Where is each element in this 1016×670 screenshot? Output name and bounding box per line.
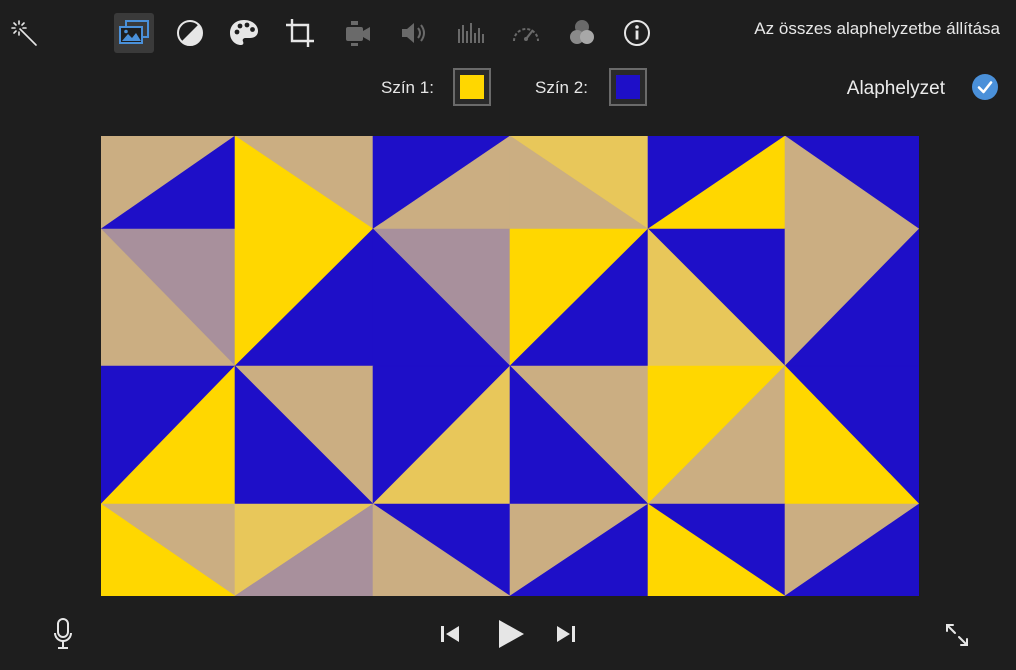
clip-filter-icon[interactable] <box>562 13 602 53</box>
image-background-icon[interactable] <box>114 13 154 53</box>
next-icon[interactable] <box>552 620 580 648</box>
color1-swatch[interactable] <box>453 68 491 106</box>
previous-icon[interactable] <box>436 620 464 648</box>
volume-icon[interactable] <box>394 13 434 53</box>
color2-swatch[interactable] <box>609 68 647 106</box>
checkmark-icon <box>972 74 998 100</box>
microphone-icon[interactable] <box>50 616 76 652</box>
default-label: Alaphelyzet <box>846 78 945 99</box>
info-icon[interactable] <box>617 13 657 53</box>
video-preview[interactable] <box>101 136 919 596</box>
inspector-toolbar: Az összes alaphelyzetbe állítása <box>0 0 1016 66</box>
palette-icon[interactable] <box>224 13 264 53</box>
color1-swatch-fill <box>460 75 484 99</box>
magic-wand-icon[interactable] <box>4 13 44 53</box>
apply-checkmark-button[interactable] <box>971 73 999 101</box>
video-stabilization-icon[interactable] <box>338 13 378 53</box>
color1-label: Szín 1: <box>381 78 434 97</box>
color2-swatch-fill <box>616 75 640 99</box>
playback-controls <box>0 606 1016 670</box>
color2-label: Szín 2: <box>535 78 588 97</box>
equalizer-icon[interactable] <box>450 13 490 53</box>
background-pattern <box>101 136 919 596</box>
play-icon[interactable] <box>490 614 530 654</box>
crop-icon[interactable] <box>280 13 320 53</box>
reset-all-button[interactable]: Az összes alaphelyzetbe állítása <box>754 19 1000 39</box>
speed-icon[interactable] <box>506 13 546 53</box>
color-balance-icon[interactable] <box>170 13 210 53</box>
fullscreen-icon[interactable] <box>940 618 974 652</box>
color-settings: Szín 1: Szín 2: Alaphelyzet <box>0 66 1016 110</box>
